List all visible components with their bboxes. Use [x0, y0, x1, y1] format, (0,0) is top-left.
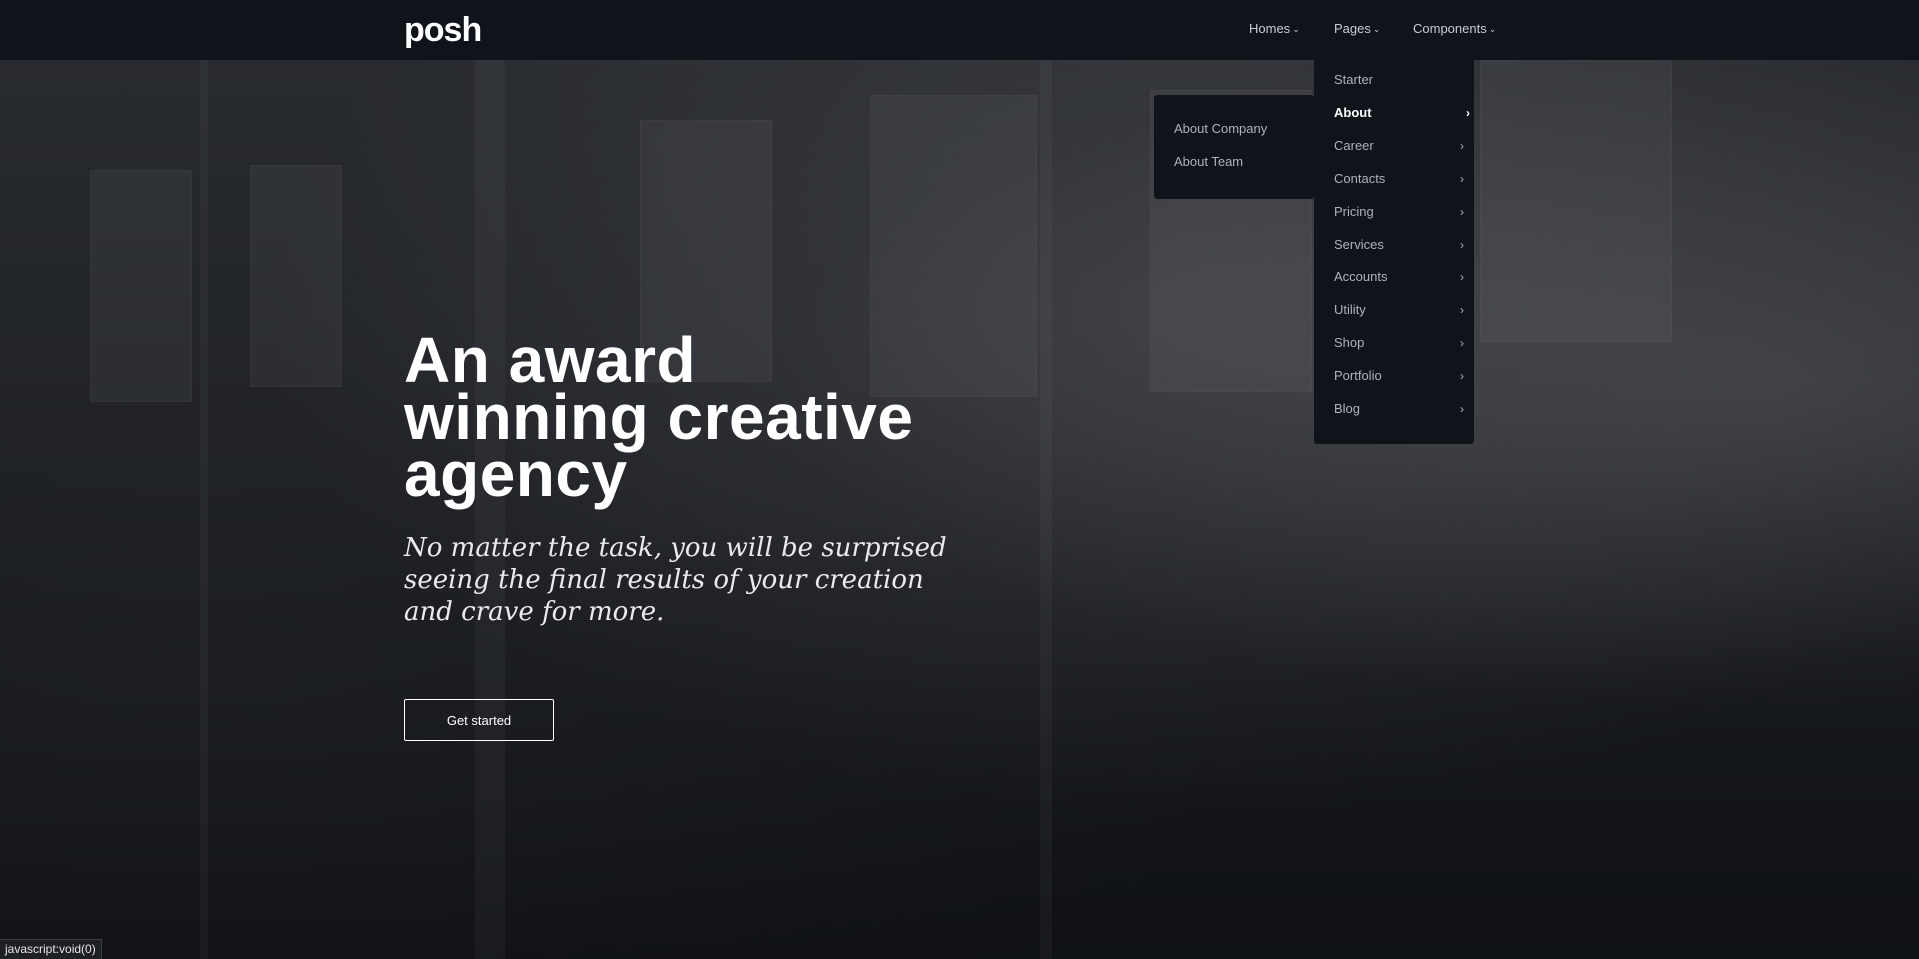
- chevron-right-icon: ›: [1460, 238, 1464, 252]
- dropdown-item-contacts[interactable]: Contacts ›: [1334, 170, 1464, 188]
- top-navbar: posh Homes ⌄ Pages ⌄ Components ⌄: [0, 0, 1919, 60]
- dropdown-item-label: Career: [1334, 138, 1374, 153]
- chevron-right-icon: ›: [1460, 402, 1464, 416]
- headline-line: agency: [404, 438, 628, 510]
- chevron-right-icon: ›: [1460, 369, 1464, 383]
- dropdown-item-pricing[interactable]: Pricing ›: [1334, 203, 1464, 221]
- nav-item-label: Pages: [1334, 21, 1371, 36]
- dropdown-item-label: Accounts: [1334, 269, 1388, 284]
- browser-status-bar: javascript:void(0): [0, 939, 102, 959]
- get-started-button[interactable]: Get started: [404, 699, 554, 741]
- chevron-right-icon: ›: [1460, 303, 1464, 317]
- dropdown-item-label: Contacts: [1334, 171, 1386, 186]
- dropdown-item-career[interactable]: Career ›: [1334, 137, 1464, 155]
- about-submenu: About Company About Team: [1154, 95, 1314, 199]
- nav-item-label: Components: [1413, 21, 1487, 36]
- dropdown-item-label: Portfolio: [1334, 368, 1382, 383]
- dropdown-item-label: Utility: [1334, 302, 1366, 317]
- chevron-right-icon: ›: [1460, 139, 1464, 153]
- submenu-item-about-company[interactable]: About Company: [1174, 120, 1267, 138]
- dropdown-item-services[interactable]: Services ›: [1334, 236, 1464, 254]
- nav-item-pages[interactable]: Pages ⌄: [1334, 20, 1380, 38]
- dropdown-item-label: About: [1334, 105, 1372, 120]
- dropdown-item-starter[interactable]: Starter: [1334, 71, 1464, 89]
- hero-headline: An award winning creative agency: [404, 328, 1024, 510]
- subheadline-line: and crave for more.: [404, 597, 665, 627]
- chevron-right-icon: ›: [1460, 336, 1464, 350]
- chevron-right-icon: ›: [1460, 172, 1464, 186]
- dropdown-item-label: Services: [1334, 237, 1384, 252]
- nav-item-components[interactable]: Components ⌄: [1413, 20, 1496, 38]
- chevron-right-icon: ›: [1460, 270, 1464, 284]
- submenu-item-about-team[interactable]: About Team: [1174, 153, 1243, 171]
- chevron-down-icon: ⌄: [1292, 24, 1300, 34]
- dropdown-item-utility[interactable]: Utility ›: [1334, 301, 1464, 319]
- dropdown-item-label: Pricing: [1334, 204, 1374, 219]
- dropdown-item-label: Shop: [1334, 335, 1365, 350]
- dropdown-item-portfolio[interactable]: Portfolio ›: [1334, 367, 1464, 385]
- chevron-right-icon: ›: [1466, 106, 1470, 120]
- logo[interactable]: posh: [404, 10, 482, 50]
- nav-item-homes[interactable]: Homes ⌄: [1249, 20, 1300, 38]
- chevron-right-icon: ›: [1460, 205, 1464, 219]
- dropdown-item-accounts[interactable]: Accounts ›: [1334, 268, 1464, 286]
- dropdown-item-label: Starter: [1334, 72, 1374, 87]
- nav-item-label: Homes: [1249, 21, 1291, 36]
- chevron-down-icon: ⌄: [1488, 24, 1497, 34]
- dropdown-item-blog[interactable]: Blog ›: [1334, 400, 1464, 418]
- dropdown-item-about[interactable]: About ›: [1334, 104, 1470, 122]
- subheadline-line: seeing the final results of your creatio…: [404, 565, 924, 595]
- dropdown-item-label: Blog: [1334, 401, 1361, 416]
- chevron-down-icon: ⌄: [1372, 24, 1381, 34]
- hero-subheadline: No matter the task, you will be surprise…: [404, 532, 964, 628]
- pages-dropdown-menu: Starter About › Career › Contacts › Pric…: [1314, 48, 1474, 444]
- subheadline-line: No matter the task, you will be surprise…: [404, 533, 947, 563]
- dropdown-item-shop[interactable]: Shop ›: [1334, 334, 1464, 352]
